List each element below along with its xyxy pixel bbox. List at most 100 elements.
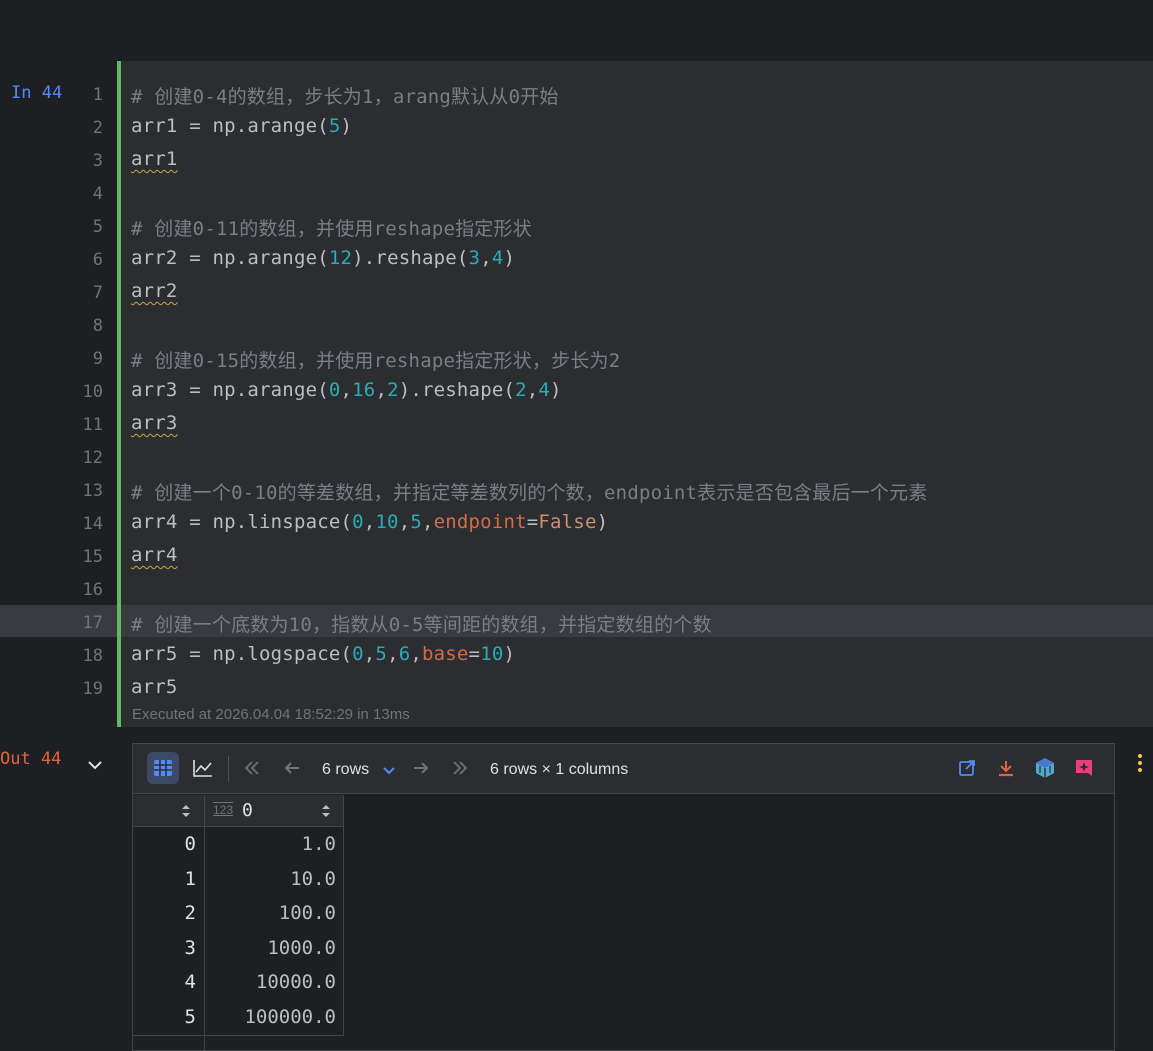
code-token: , [363,511,376,533]
chart-view-icon[interactable] [187,752,219,784]
line-number: 18 [82,646,103,666]
code-token: ) [596,511,609,533]
cell-value[interactable]: 1.0 [205,833,343,855]
out-prompt-label: Out 44 [0,749,62,769]
line-number: 8 [92,316,103,336]
row-index: 5 [184,1006,196,1028]
toolbar-separator [228,756,229,782]
code-line-6[interactable]: arr2 = np.arange(12).reshape(3,4) [131,247,515,269]
code-token: 5 [375,643,388,665]
code-token: , [410,643,422,665]
line-number: 10 [82,382,103,402]
column-header-label: 0 [242,800,253,821]
code-line-13[interactable]: # 创建一个0-10的等差数组，并指定等差数列的个数，endpoint表示是否包… [131,478,928,505]
table-row[interactable]: 0 1.0 [133,833,344,868]
code-token: 10 [375,511,399,533]
code-line-19[interactable]: arr5 [131,676,178,698]
kebab-menu-icon[interactable] [1135,752,1145,774]
line-number: 12 [82,448,103,468]
code-line-3[interactable]: arr1 [131,148,178,170]
code-token: = [526,511,539,533]
code-token: , [421,511,434,533]
chevron-down-icon[interactable] [382,762,396,776]
code-line-9[interactable]: # 创建0-15的数组，并使用reshape指定形状，步长为2 [131,346,620,373]
row-index: 3 [184,937,196,959]
table-row[interactable]: 1 10.0 [133,868,344,903]
code-line-18[interactable]: arr5 = np.logspace(0,5,6,base=10) [131,643,515,665]
code-token: arr1 = np.arange( [131,115,329,137]
sort-icon[interactable] [321,803,331,822]
code-token: , [480,247,492,269]
line-number: 7 [92,283,103,303]
code-token: 2 [387,379,399,401]
code-token: 4 [491,247,504,269]
code-token: 5 [410,511,422,533]
code-token: 0 [352,643,364,665]
table-row[interactable]: 3 1000.0 [133,937,344,972]
code-token: ) [503,643,516,665]
table-row[interactable]: 5 100000.0 [133,1006,344,1041]
line-number: 14 [82,514,103,534]
line-number: 16 [82,580,103,600]
row-index: 2 [184,902,196,924]
code-token: 0 [352,511,364,533]
shape-info: 6 rows × 1 columns [490,761,629,778]
ai-assistant-icon[interactable] [1068,752,1100,784]
table-view-icon[interactable] [147,752,179,784]
line-number: 9 [92,349,103,369]
line-number: 17 [82,613,103,633]
index-header[interactable] [133,795,205,827]
code-token: , [526,379,539,401]
code-token: False [538,511,597,533]
numeric-type-icon: 123 [213,803,234,817]
code-line-5[interactable]: # 创建0-11的数组，并使用reshape指定形状 [131,214,532,241]
code-token: endpoint [433,511,527,533]
cell-value[interactable]: 10000.0 [205,971,343,993]
cell-value[interactable]: 100.0 [205,902,343,924]
code-token: 6 [398,643,411,665]
cell-value[interactable]: 100000.0 [205,1006,343,1028]
code-token: ).reshape( [352,247,469,269]
code-line-11[interactable]: arr3 [131,412,178,434]
table-toolbar: 6 rows 6 rows × 1 columns [133,744,1114,794]
previous-page-icon[interactable] [276,752,308,784]
code-line-10[interactable]: arr3 = np.arange(0,16,2).reshape(2,4) [131,379,562,401]
code-token: arr5 = np.logspace( [131,643,353,665]
code-line-7[interactable]: arr2 [131,280,178,302]
code-line-17[interactable]: # 创建一个底数为10，指数从0-5等间距的数组，并指定数组的个数 [131,610,712,637]
code-token: arr5 [131,676,178,698]
dataframe-viewer: 6 rows 6 rows × 1 columns 123 0 0 1.0 1 … [132,743,1115,1051]
code-line-15[interactable]: arr4 [131,544,178,566]
first-page-icon[interactable] [236,752,268,784]
code-token: ) [340,115,353,137]
row-index: 4 [184,971,196,993]
rows-selector[interactable]: 6 rows [322,761,369,779]
line-number: 11 [82,415,103,435]
line-number: 1 [92,85,103,105]
column-header[interactable]: 123 0 [205,795,344,827]
next-page-icon[interactable] [405,752,437,784]
code-token: , [363,643,376,665]
table-row[interactable]: 2 100.0 [133,902,344,937]
last-page-icon[interactable] [444,752,476,784]
code-line-2[interactable]: arr1 = np.arange(5) [131,115,352,137]
code-token: arr2 [131,280,178,302]
executed-status-bar [117,61,121,727]
numpy-icon[interactable] [1029,752,1061,784]
download-icon[interactable] [990,752,1022,784]
line-number: 2 [92,118,103,138]
code-line-1[interactable]: # 创建0-4的数组，步长为1，arang默认从0开始 [131,82,559,109]
code-token: ) [550,379,562,401]
table-row[interactable]: 4 10000.0 [133,971,344,1006]
code-token: base [421,643,469,665]
cell-value[interactable]: 1000.0 [205,937,343,959]
code-token: = [468,643,481,665]
line-number: 15 [82,547,103,567]
open-in-editor-icon[interactable] [951,752,983,784]
sort-icon[interactable] [181,803,191,822]
collapse-chevron-icon[interactable] [86,756,104,774]
line-number: 6 [92,250,103,270]
code-token: , [398,511,411,533]
code-line-14[interactable]: arr4 = np.linspace(0,10,5,endpoint=False… [131,511,608,533]
cell-value[interactable]: 10.0 [205,868,343,890]
